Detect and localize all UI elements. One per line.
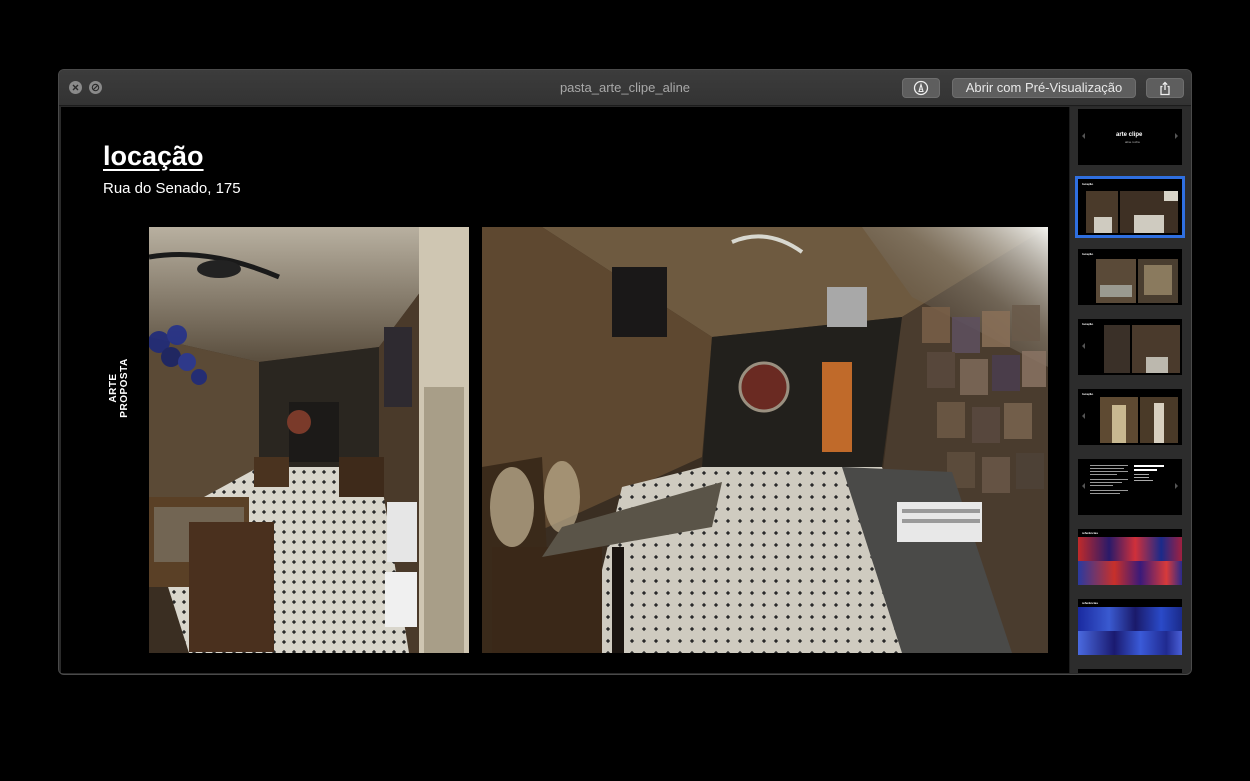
- thumbnail-image: [1138, 259, 1178, 303]
- thumbnail-page-1[interactable]: arte clipe aline rocha: [1078, 109, 1182, 165]
- quicklook-window: pasta_arte_clipe_aline Abrir com Pré-Vis…: [58, 69, 1192, 675]
- thumb-prev-arrow-icon: [1082, 133, 1085, 139]
- close-icon[interactable]: [69, 81, 82, 94]
- share-icon: [1160, 81, 1170, 95]
- thumbnail-title: locação: [1082, 322, 1094, 326]
- thumbnail-image: [1086, 191, 1118, 233]
- thumbnail-image: [1140, 397, 1178, 443]
- thumb-next-arrow-icon: [1175, 483, 1178, 489]
- thumbnail-page-5[interactable]: locação: [1078, 389, 1182, 445]
- open-with-preview-button[interactable]: Abrir com Pré-Visualização: [952, 78, 1136, 98]
- thumbnail-text-block: [1090, 465, 1128, 501]
- thumbnail-page-4[interactable]: locação: [1078, 319, 1182, 375]
- thumbnail-page-6[interactable]: [1078, 459, 1182, 515]
- slide-preview: locação Rua do Senado, 175 ARTE PROPOSTA: [61, 107, 1069, 673]
- fullscreen-icon[interactable]: [89, 81, 102, 94]
- title-bar: pasta_arte_clipe_aline Abrir com Pré-Vis…: [59, 70, 1191, 106]
- thumbnail-image: [1120, 191, 1178, 233]
- thumbnail-page-7[interactable]: referências: [1078, 529, 1182, 585]
- thumbnail-image: [1132, 325, 1180, 373]
- thumbnail-title: locação: [1082, 252, 1094, 256]
- thumbnail-image: [1078, 537, 1182, 585]
- thumbnail-subtitle: aline rocha: [1125, 140, 1140, 144]
- location-photo-corridor: [149, 227, 469, 653]
- thumbnail-title: locação: [1082, 392, 1094, 396]
- side-label: ARTE PROPOSTA: [108, 348, 130, 428]
- markup-pen-circle-icon: [913, 80, 929, 96]
- thumbnail-title: referências: [1082, 601, 1099, 605]
- thumbnail-image: [1078, 607, 1182, 655]
- thumbnail-image: [1104, 325, 1130, 373]
- thumbnail-text-block: [1134, 465, 1172, 495]
- thumbnail-page-2[interactable]: locação: [1075, 176, 1185, 238]
- side-label-line2: PROPOSTA: [119, 358, 130, 418]
- thumb-prev-arrow-icon: [1082, 483, 1085, 489]
- thumbnail-title: locação: [1082, 182, 1094, 186]
- slide-subtitle: Rua do Senado, 175: [103, 180, 241, 197]
- thumbnail-sidebar[interactable]: arte clipe aline rocha locação locação l…: [1069, 107, 1191, 673]
- markup-button[interactable]: [902, 78, 940, 98]
- thumb-prev-arrow-icon: [1082, 343, 1085, 349]
- side-label-line1: ARTE: [108, 373, 119, 403]
- thumbnail-page-8[interactable]: referências: [1078, 599, 1182, 655]
- slide-title: locação: [103, 141, 204, 171]
- thumbnail-image: [1096, 259, 1136, 303]
- thumbnail-image: [1100, 397, 1138, 443]
- thumb-prev-arrow-icon: [1082, 413, 1085, 419]
- thumb-next-arrow-icon: [1175, 133, 1178, 139]
- share-button[interactable]: [1146, 78, 1184, 98]
- thumbnail-title: arte clipe: [1116, 132, 1143, 138]
- location-photo-hall: [482, 227, 1048, 653]
- thumbnail-title: referências: [1082, 531, 1099, 535]
- thumbnail-page-9[interactable]: [1078, 669, 1182, 673]
- thumbnail-page-3[interactable]: locação: [1078, 249, 1182, 305]
